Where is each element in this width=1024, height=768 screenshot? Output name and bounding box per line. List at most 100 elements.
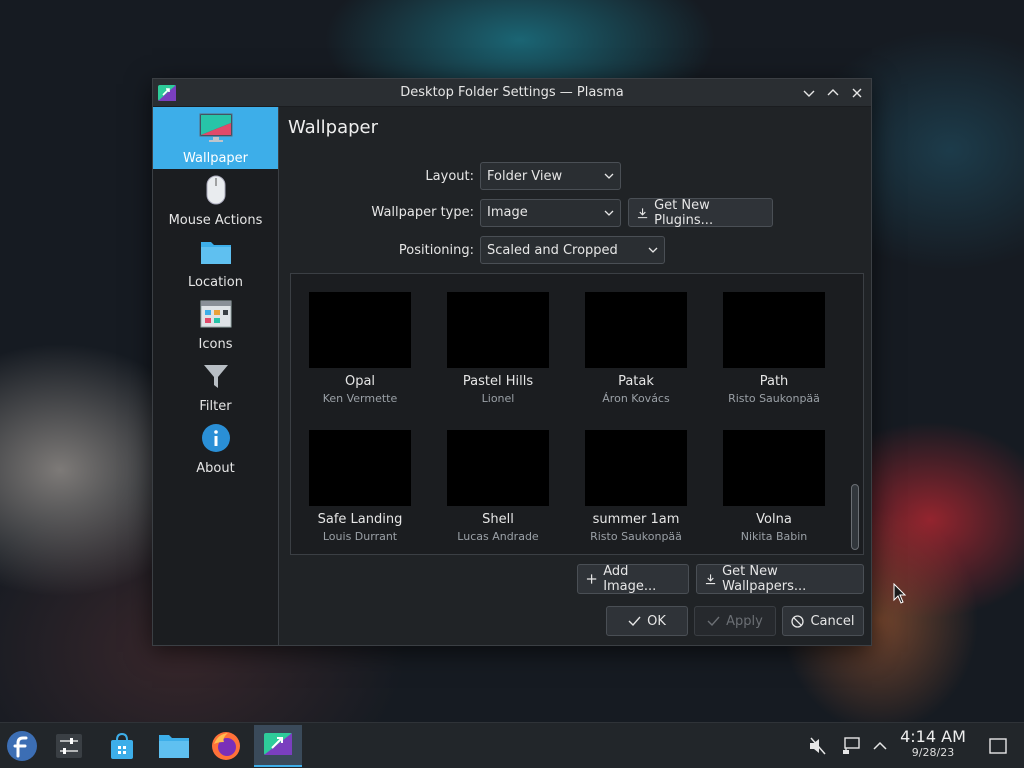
network-wired-icon	[843, 737, 860, 754]
taskbar-discover[interactable]	[100, 725, 144, 767]
tray-expand[interactable]	[860, 725, 900, 767]
get-new-plugins-label: Get New Plugins...	[654, 197, 714, 228]
sidebar-item-about[interactable]: About	[153, 417, 278, 479]
positioning-value: Scaled and Cropped	[487, 242, 618, 258]
ok-button[interactable]: OK	[606, 606, 688, 636]
wallpaper-name: Pastel Hills	[462, 374, 534, 389]
cancel-label: Cancel	[810, 613, 855, 629]
sidebar-item-filter[interactable]: Filter	[153, 355, 278, 417]
chevron-up-icon	[873, 741, 887, 750]
page-title: Wallpaper	[288, 117, 379, 138]
wallpaper-tile[interactable]: Safe Landing Louis Durrant	[291, 430, 429, 554]
show-desktop-icon	[989, 738, 1007, 754]
mouse-icon	[206, 175, 225, 205]
wallpaper-author: Áron Kovács	[602, 392, 670, 405]
volume-muted-icon	[810, 737, 826, 755]
positioning-label: Positioning:	[398, 242, 474, 258]
chevron-up-icon	[827, 89, 839, 96]
apply-button[interactable]: Apply	[694, 606, 776, 636]
sidebar-item-icons[interactable]: Icons	[153, 293, 278, 355]
minimize-button[interactable]	[799, 82, 819, 104]
title-bar[interactable]: Desktop Folder Settings — Plasma	[153, 79, 871, 107]
wallpaper-tile[interactable]: summer 1am Risto Saukonpää	[567, 430, 705, 554]
wallpaper-tile[interactable]: Patak Áron Kovács	[567, 292, 705, 430]
download-icon	[705, 574, 716, 585]
wallpaper-tile[interactable]: Shell Lucas Andrade	[429, 430, 567, 554]
show-desktop-button[interactable]	[978, 725, 1018, 767]
info-icon	[201, 424, 230, 452]
check-icon	[628, 616, 641, 627]
window-title: Desktop Folder Settings — Plasma	[400, 85, 624, 100]
sidebar-item-label: Filter	[199, 399, 232, 414]
application-launcher[interactable]	[0, 725, 44, 767]
firefox-icon	[212, 732, 240, 760]
close-icon	[852, 88, 862, 98]
mouse-cursor-icon	[893, 583, 907, 604]
add-image-button[interactable]: Add Image...	[577, 564, 689, 594]
sidebar-item-label: Wallpaper	[182, 151, 249, 166]
wallpaper-name: summer 1am	[592, 512, 680, 527]
get-new-wallpapers-button[interactable]: Get New Wallpapers...	[696, 564, 864, 594]
get-new-wallpapers-label: Get New Wallpapers...	[722, 564, 807, 594]
monitor-icon	[199, 113, 232, 142]
wallpaper-name: Path	[759, 374, 789, 389]
cancel-button[interactable]: Cancel	[782, 606, 864, 636]
wallpaper-thumbnail	[309, 292, 411, 368]
layout-row: Layout: Folder View	[280, 162, 621, 190]
chevron-down-icon	[604, 173, 614, 179]
wallpaper-type-combo[interactable]: Image	[480, 198, 621, 227]
wallpaper-type-label: Wallpaper type:	[371, 205, 474, 220]
settings-sidebar: Wallpaper Mouse Actions Location Icons F…	[153, 107, 279, 645]
wallpaper-tile[interactable]: Pastel Hills Lionel	[429, 292, 567, 430]
wallpaper-name: Patak	[618, 374, 654, 389]
wallpaper-tile[interactable]: Opal Ken Vermette	[291, 292, 429, 430]
wallpaper-thumbnail	[447, 292, 549, 368]
wallpaper-author: Lionel	[481, 392, 515, 405]
digital-clock[interactable]: 4:14 AM 9/28/23	[896, 727, 970, 759]
get-new-plugins-button[interactable]: Get New Plugins...	[628, 197, 773, 228]
funnel-icon	[203, 365, 228, 388]
sidebar-item-label: Mouse Actions	[168, 213, 263, 228]
wallpaper-thumbnail	[723, 292, 825, 368]
wallpaper-author: Ken Vermette	[322, 392, 398, 405]
layout-label: Layout:	[425, 168, 474, 184]
positioning-row: Positioning: Scaled and Cropped	[280, 236, 665, 264]
wallpaper-author: Louis Durrant	[322, 530, 398, 543]
wallpaper-grid[interactable]: Opal Ken Vermette Pastel Hills Lionel Pa…	[290, 273, 864, 555]
layout-combo[interactable]: Folder View	[480, 162, 621, 190]
layout-value: Folder View	[487, 168, 563, 184]
sidebar-item-mouse-actions[interactable]: Mouse Actions	[153, 169, 278, 231]
taskbar-system-settings[interactable]	[47, 725, 91, 767]
add-image-label: Add Image...	[603, 564, 657, 594]
wallpaper-tile[interactable]: Volna Nikita Babin	[705, 430, 843, 554]
wallpaper-thumbnail	[585, 292, 687, 368]
apply-label: Apply	[726, 613, 763, 629]
clock-time: 4:14 AM	[900, 727, 966, 746]
settings-sliders-icon	[56, 734, 82, 758]
wallpaper-thumbnail	[309, 430, 411, 506]
folder-icon	[159, 735, 189, 758]
wallpaper-type-value: Image	[487, 205, 528, 220]
wallpaper-author: Lucas Andrade	[457, 530, 539, 543]
icons-grid-icon	[200, 300, 231, 328]
taskbar-file-manager[interactable]	[152, 725, 196, 767]
sidebar-item-wallpaper[interactable]: Wallpaper	[153, 107, 278, 169]
taskbar-plasma-settings-window[interactable]	[254, 725, 302, 767]
wallpaper-thumbnail	[585, 430, 687, 506]
positioning-combo[interactable]: Scaled and Cropped	[480, 236, 665, 264]
wallpaper-tile[interactable]: Path Risto Saukonpää	[705, 292, 843, 430]
wallpaper-name: Shell	[482, 512, 514, 527]
maximize-button[interactable]	[823, 82, 843, 104]
taskbar-firefox[interactable]	[204, 725, 248, 767]
close-button[interactable]	[847, 82, 867, 104]
grid-scrollbar[interactable]	[849, 274, 859, 554]
sidebar-item-label: About	[196, 461, 235, 476]
check-icon	[707, 616, 720, 627]
wallpaper-name: Opal	[344, 374, 376, 389]
sidebar-item-location[interactable]: Location	[153, 231, 278, 293]
scrollbar-thumb[interactable]	[851, 484, 859, 550]
ok-label: OK	[647, 613, 666, 629]
chevron-down-icon	[648, 247, 658, 253]
plus-icon	[586, 574, 597, 584]
download-icon	[637, 207, 648, 218]
